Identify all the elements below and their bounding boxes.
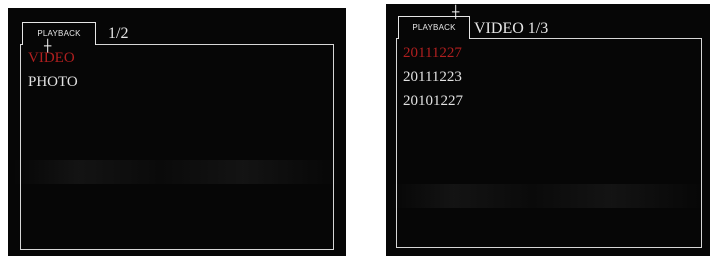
date-folder-list: 20111227 20111223 20101227 bbox=[403, 41, 463, 113]
menu-item-photo[interactable]: PHOTO bbox=[28, 70, 78, 94]
date-folder-item[interactable]: 20111227 bbox=[403, 41, 463, 65]
playback-screen-video-folders: PLAYBACK ┼ VIDEO 1/3 20111227 20111223 2… bbox=[386, 4, 710, 256]
playback-screen-menu: PLAYBACK ┼ 1/2 VIDEO PHOTO bbox=[8, 8, 346, 256]
playback-tab[interactable]: PLAYBACK bbox=[398, 16, 470, 39]
date-folder-item[interactable]: 20101227 bbox=[403, 89, 463, 113]
playback-menu-list: VIDEO PHOTO bbox=[28, 46, 78, 94]
menu-item-video[interactable]: VIDEO bbox=[28, 46, 78, 70]
page-indicator: 1/2 bbox=[108, 25, 129, 42]
crosshair-cursor-icon: ┼ bbox=[452, 5, 460, 19]
folder-page-indicator: VIDEO 1/3 bbox=[474, 20, 549, 37]
date-folder-item[interactable]: 20111223 bbox=[403, 65, 463, 89]
playback-tab[interactable]: PLAYBACK bbox=[22, 22, 96, 45]
